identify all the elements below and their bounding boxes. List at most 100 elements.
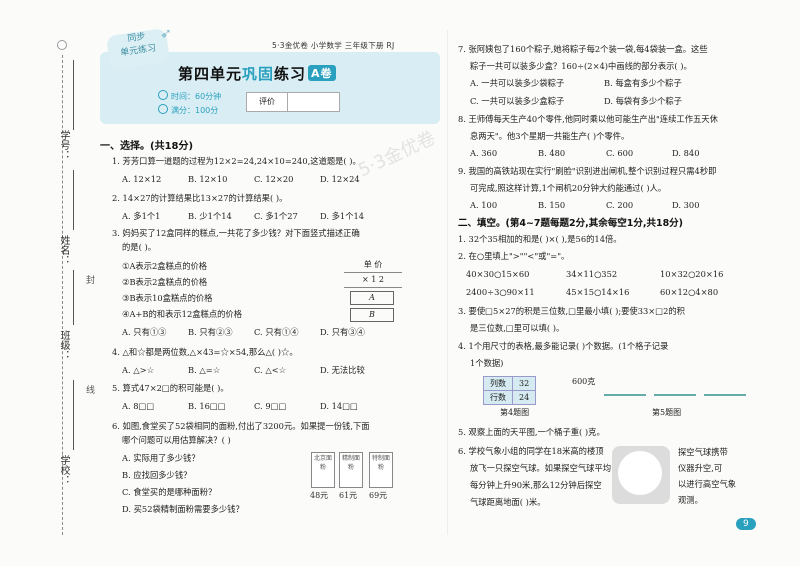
- q9-text-1: 9. 我国的高铁站现在实行"刷脸"识别进出闸机,整个识别过程只需4秒即: [458, 166, 717, 176]
- time-info: 时间：60分钟: [158, 90, 221, 102]
- fill-q2: 2. 在○里填上">""<"或"="。: [458, 251, 570, 261]
- watermark: 5·3金优卷: [355, 127, 439, 182]
- calc-top: 单 价: [344, 258, 402, 273]
- fill-q5: 5. 观察上面的天平图,一个桶子重( )克。: [458, 427, 605, 437]
- q5-option-d: D. 14□□: [320, 401, 358, 411]
- q2-option-d: D. 多1个14: [320, 211, 365, 221]
- q6-option-c: C. 食堂买的是哪种面粉？: [122, 487, 217, 497]
- fill-q6-line1: 6. 学校气象小组的同学在18米高的楼顶: [458, 446, 604, 456]
- q8-option-b: B. 480: [538, 148, 566, 158]
- q3-statement-2: ②B表示2盒糕点的价格: [122, 277, 208, 287]
- class-line: [73, 270, 74, 325]
- page-title: 第四单元巩固练习 A卷: [178, 63, 336, 84]
- q3-option-d: D. 只有③④: [320, 327, 365, 337]
- q6-text-1: 6. 如图,食堂买了52袋相同的面粉,付出了3200元。如果提一份钱,下面: [112, 421, 370, 431]
- q9-text-2: 可完成,照这样计算,1个闸机20分钟大约能通过( )人。: [470, 183, 667, 193]
- compare-4: 2400÷3○90×11: [466, 287, 535, 297]
- q3-text-2: 的是( )。: [122, 242, 157, 252]
- balance-scale-3: [704, 372, 746, 396]
- school-label: 学校：: [58, 455, 69, 485]
- class-label: 班级：: [58, 330, 69, 360]
- calc-box-b: B: [350, 308, 394, 322]
- section2-heading: 二、填空。(第4~7题每题2分,其余每空1分,共18分): [458, 218, 684, 229]
- fill-q4-line2: 1个数据): [470, 358, 504, 368]
- student-id-line: [73, 60, 74, 130]
- vertical-calculation: 单 价 × 1 2 A B: [344, 258, 402, 322]
- q7-option-b: B. 每盒有多少个粽子: [604, 78, 682, 88]
- calc-box-a: A: [350, 291, 394, 305]
- fill-q6-line4: 气球距离地面( )米。: [470, 497, 546, 507]
- fill-q4-line1: 4. 1个用尺寸的表格,最多能记录( )个数据。(1个格子记录: [458, 341, 669, 351]
- flour-price-1: 48元: [310, 491, 329, 500]
- q9-option-a: A. 100: [470, 200, 498, 210]
- check-icon: [158, 104, 168, 114]
- compare-3: 10×32○20×16: [660, 269, 724, 279]
- page-number: 9: [736, 518, 756, 530]
- figure-4-caption: 第4题图: [500, 408, 530, 417]
- title-highlight: 巩固: [242, 65, 275, 83]
- q7-text-1: 7. 张阿姨包了160个粽子,她将粽子每2个装一袋,每4袋装一盒。这些: [458, 44, 708, 54]
- fill-q3-line2: 是三位数,□里可以填( )。: [470, 323, 565, 333]
- q3-statement-3: ③B表示10盒糕点的价格: [122, 293, 213, 303]
- q1-option-c: C. 12×20: [254, 174, 294, 184]
- student-id-label: 学号：: [58, 130, 69, 160]
- q6-option-a: A. 实际用了多少钱？: [122, 453, 200, 463]
- time-text: 时间：60分钟: [171, 92, 222, 101]
- q2-option-b: B. 少1个14: [188, 211, 232, 221]
- q2-option-a: A. 多1个1: [122, 211, 161, 221]
- rocket-icon: ➶: [160, 26, 172, 42]
- q4-option-c: C. △<☆: [254, 365, 287, 375]
- worksheet-page: 学号： 姓名： 班级： 学校： 封 线 同步 单元练习 ➶ 5·3金优卷 小学数…: [0, 0, 800, 566]
- side-note-3: 以进行高空气象: [678, 479, 737, 489]
- compare-2: 34×11○352: [566, 269, 618, 279]
- q2-text: 2. 14×27的计算结果比13×27的计算结果( )。: [112, 193, 288, 203]
- q3-text-1: 3. 妈妈买了12盒同样的糕点,一共花了多少钱？对下面竖式描述正确: [112, 228, 360, 238]
- compare-1: 40×30○15×60: [466, 269, 530, 279]
- q6-option-b: B. 应找回多少钱？: [122, 470, 192, 480]
- q4-text: 4. △和☆都是两位数,△×43=☆×54,那么△( )☆。: [112, 347, 298, 357]
- q3-option-c: C. 只有①④: [254, 327, 299, 337]
- name-line: [73, 170, 74, 230]
- fill-q6-line3: 每分钟上升90米,那么12分钟后探空: [470, 480, 602, 490]
- q7-text-2: 粽子一共可以装多少盒？160÷(2×4)中画线的部分表示( )。: [470, 61, 692, 71]
- q5-option-b: B. 16□□: [188, 401, 226, 411]
- title-prefix: 第四单元: [178, 65, 243, 83]
- table-value-1: 32: [511, 376, 537, 391]
- q3-option-a: A. 只有①③: [122, 327, 167, 337]
- score-info: 满分：100分: [158, 104, 218, 116]
- column-divider: [447, 30, 448, 535]
- flour-bag-2: 精制面粉: [339, 452, 363, 488]
- q9-option-b: B. 150: [538, 200, 566, 210]
- q1-option-b: B. 12×10: [188, 174, 228, 184]
- score-text: 满分：100分: [171, 106, 219, 115]
- fill-q1: 1. 32个35相加的和是( )×( ),是56的14倍。: [458, 234, 622, 244]
- q3-statement-4: ④A+B的和表示12盒糕点的价格: [122, 309, 243, 319]
- q8-option-a: A. 360: [470, 148, 498, 158]
- q5-option-c: C. 9□□: [254, 401, 287, 411]
- balance-scale-2: [654, 372, 696, 396]
- q3-option-b: B. 只有②③: [188, 327, 233, 337]
- balance-scale-1: [604, 372, 646, 396]
- q8-option-c: C. 600: [606, 148, 634, 158]
- q7-option-a: A. 一共可以装多少袋粽子: [470, 78, 565, 88]
- q7-option-d: D. 每袋有多少个粽子: [604, 96, 683, 106]
- school-line: [73, 380, 74, 450]
- side-note-2: 仪器升空,可: [678, 463, 723, 473]
- seal-word: 封: [86, 276, 96, 286]
- q7-option-c: C. 一共可以装多少盒粽子: [470, 96, 565, 106]
- scale-weight-label: 600克: [572, 377, 596, 386]
- name-label: 姓名：: [58, 235, 69, 265]
- fill-q3-line1: 3. 要使□5×27的积是三位数,□里最小填( );要使33×□2的积: [458, 306, 685, 316]
- q9-option-d: D. 300: [672, 200, 700, 210]
- q5-text: 5. 算式47×2□的积可能是( )。: [112, 383, 229, 393]
- fill-q6-line2: 放飞一只探空气球。如果探空气球平均: [470, 463, 612, 473]
- side-note-4: 观测。: [678, 495, 703, 505]
- q1-option-d: D. 12×24: [320, 174, 360, 184]
- table-label-2: 行数: [483, 390, 513, 405]
- data-table: 列数 32 行数 24: [483, 376, 537, 405]
- evaluation-label: 评价: [247, 93, 288, 111]
- flour-price-3: 69元: [369, 491, 388, 500]
- flour-bag-3: 特制面粉: [369, 452, 393, 488]
- q8-text-2: 息两天"。他3个星期一共能生产( )个零件。: [470, 131, 630, 141]
- weather-balloon-image: [612, 446, 670, 504]
